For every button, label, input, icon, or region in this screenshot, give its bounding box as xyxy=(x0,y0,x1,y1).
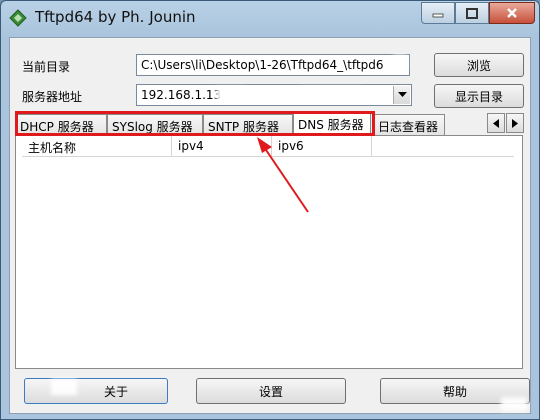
maximize-icon xyxy=(466,7,478,19)
column-ipv4[interactable]: ipv4 xyxy=(172,136,272,156)
close-icon xyxy=(507,8,517,18)
close-button[interactable] xyxy=(489,2,535,24)
dns-panel: 主机名称 ipv4 ipv6 xyxy=(15,135,523,369)
dropdown-button[interactable] xyxy=(393,86,410,104)
host-list[interactable] xyxy=(22,157,514,363)
current-dir-label: 当前目录 xyxy=(22,60,71,74)
redaction-mark xyxy=(51,379,77,395)
tab-scroll-left[interactable] xyxy=(487,113,505,133)
chevron-down-icon xyxy=(397,92,407,97)
arrow-right-icon xyxy=(512,118,518,128)
tab-dhcp[interactable]: DHCP 服务器 xyxy=(15,114,107,135)
app-window: Tftpd64 by Ph. Jounin 当前目录 C:\Users\li\D… xyxy=(0,0,540,420)
browse-button[interactable]: 浏览 xyxy=(434,53,524,77)
redaction-mark xyxy=(216,87,244,101)
column-hostname[interactable]: 主机名称 xyxy=(22,136,172,156)
column-ipv6[interactable]: ipv6 xyxy=(272,136,372,156)
current-dir-field[interactable]: C:\Users\li\Desktop\1-26\Tftpd64_\tftpd6 xyxy=(136,54,410,76)
client-area: 当前目录 C:\Users\li\Desktop\1-26\Tftpd64_\t… xyxy=(9,37,531,414)
redaction-mark xyxy=(301,87,361,99)
tab-syslog[interactable]: SYSlog 服务器 xyxy=(107,114,203,135)
tab-dns[interactable]: DNS 服务器 xyxy=(293,112,371,135)
server-addr-value: 192.168.1.13 xyxy=(141,88,222,102)
app-icon xyxy=(9,9,27,27)
tab-scroll-right[interactable] xyxy=(506,113,524,133)
maximize-button[interactable] xyxy=(455,2,489,24)
minimize-icon xyxy=(432,13,444,18)
caption-buttons xyxy=(421,2,535,24)
title-bar[interactable]: Tftpd64 by Ph. Jounin xyxy=(1,1,539,35)
window-title: Tftpd64 by Ph. Jounin xyxy=(35,8,196,26)
tab-log-viewer[interactable]: 日志查看器 xyxy=(373,114,445,135)
minimize-button[interactable] xyxy=(421,2,455,24)
about-button[interactable]: 关于 xyxy=(24,378,168,404)
server-addr-combo[interactable]: 192.168.1.13 xyxy=(136,84,412,106)
arrow-left-icon xyxy=(493,118,499,128)
list-header: 主机名称 ipv4 ipv6 xyxy=(22,136,514,157)
show-dir-button[interactable]: 显示目录 xyxy=(434,84,524,108)
settings-button[interactable]: 设置 xyxy=(196,378,346,404)
redaction-mark xyxy=(501,397,527,411)
redaction-mark xyxy=(393,55,407,69)
server-addr-label: 服务器地址 xyxy=(22,90,83,104)
tab-sntp[interactable]: SNTP 服务器 xyxy=(203,114,293,135)
